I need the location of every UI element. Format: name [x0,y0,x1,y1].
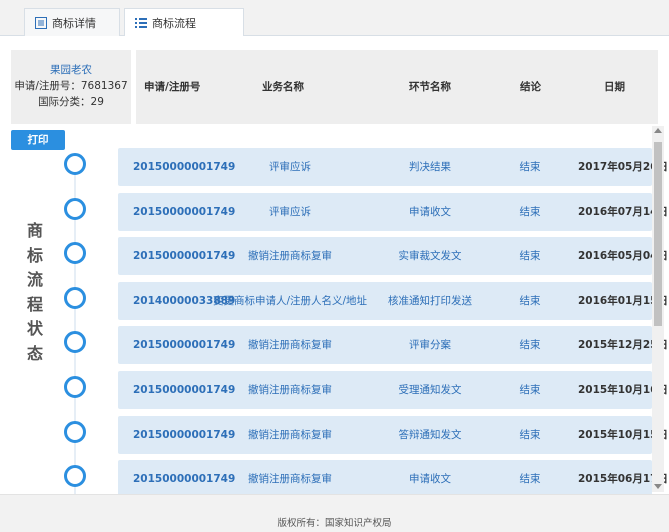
row-reg-number[interactable]: 20150000001749 [133,460,235,498]
row-result: 结束 [519,428,541,441]
scroll-up-icon[interactable] [654,128,662,133]
row-result: 结束 [519,161,541,173]
timeline-node-icon [64,286,86,309]
trademark-summary: 果园老农 申请/注册号：7681367 国际分类：29 [11,50,131,124]
tab-bar: 商标详情 商标流程 [0,0,669,37]
row-business-name: 撤销注册商标复审 [248,250,332,263]
tab-trademark-detail[interactable]: 商标详情 [24,8,120,36]
footer: 版权所有：国家知识产权局 [0,494,669,532]
tab-label: 商标详情 [52,16,96,30]
row-node-name: 判决结果 [409,161,451,173]
international-class: 国际分类：29 [38,96,104,108]
process-panel: 果园老农 申请/注册号：7681367 国际分类：29 申请/注册号 业务名称 … [0,36,669,499]
print-button[interactable]: 打印 [11,130,65,150]
row-business-name: 变更商标申请人/注册人名义/地址 [212,294,368,307]
list-icon [35,16,47,29]
row-reg-number[interactable]: 20150000001749 [133,148,235,186]
table-row: 20150000001749 撤销注册商标复审 实审裁文发文 结束 2016年05月04… [0,237,668,276]
timeline-node-icon [64,376,86,398]
timeline-node-icon [64,465,86,488]
row-node-name: 评审分案 [409,339,451,352]
col-result-header: 结论 [520,81,541,93]
row-reg-number[interactable]: 20150000001749 [133,326,235,364]
copyright-text: 版权所有：国家知识产权局 [277,518,392,529]
scrollbar-thumb[interactable] [654,142,662,326]
col-node-header: 环节名称 [409,81,451,93]
tab-trademark-process[interactable]: 商标流程 [124,8,244,37]
row-reg-number[interactable]: 20150000001749 [133,371,235,409]
row-reg-number[interactable]: 20150000001749 [133,416,235,454]
row-business-name: 撤销注册商标复审 [248,384,332,396]
row-node-name: 核准通知打印发送 [388,294,472,307]
row-result: 结束 [519,339,541,352]
row-node-name: 申请收文 [409,473,451,486]
row-result: 结束 [519,205,541,218]
row-reg-number[interactable]: 20150000001749 [133,193,235,231]
row-result: 结束 [519,473,541,486]
trademark-name[interactable]: 果园老农 [11,62,131,78]
table-row: 20150000001749 评审应诉 判决结果 结束 2017年05月26日 [0,148,668,186]
table-row: 20150000001749 撤销注册商标复审 评审分案 结束 2015年12月25日 [0,326,668,365]
row-business-name: 评审应诉 [269,161,311,173]
timeline-node-icon [64,242,86,265]
scroll-down-icon[interactable] [654,484,662,489]
table-header: 申请/注册号 业务名称 环节名称 结论 日期 [136,50,658,124]
row-result: 结束 [519,384,541,396]
row-reg-number[interactable]: 20150000001749 [133,237,235,275]
row-node-name: 申请收文 [409,205,451,218]
row-result: 结束 [519,294,541,307]
row-business-name: 撤销注册商标复审 [248,339,332,352]
table-row: 20150000001749 撤销注册商标复审 答辩通知发文 结束 2015年10月15… [0,415,668,454]
row-result: 结束 [519,250,541,263]
tab-label: 商标流程 [152,17,196,30]
table-row: 20150000001749 撤销注册商标复审 申请收文 结束 2015年06月17日 [0,460,668,499]
col-reg-header: 申请/注册号 [144,81,201,93]
timeline-node-icon [64,331,86,354]
row-business-name: 撤销注册商标复审 [248,473,332,486]
row-node-name: 受理通知发文 [398,384,462,396]
table-row: 20140000033889 变更商标申请人/注册人名义/地址 核准通知打印发送 结束… [0,281,668,320]
row-node-name: 实审裁文发文 [398,250,462,263]
timeline-node-icon [64,420,86,443]
col-biz-header: 业务名称 [262,81,304,93]
table-row: 20150000001749 撤销注册商标复审 受理通知发文 结束 2015年10月16… [0,371,668,409]
timeline-node-icon [64,153,86,175]
row-node-name: 答辩通知发文 [398,428,462,441]
row-business-name: 撤销注册商标复审 [248,428,332,441]
list-bullet-icon [135,17,147,29]
table-row: 20150000001749 评审应诉 申请收文 结束 2016年07月14日 [0,192,668,231]
row-business-name: 评审应诉 [269,205,311,218]
timeline-node-icon [64,197,86,220]
registration-number: 申请/注册号：7681367 [14,80,128,92]
col-date-header: 日期 [604,81,625,93]
